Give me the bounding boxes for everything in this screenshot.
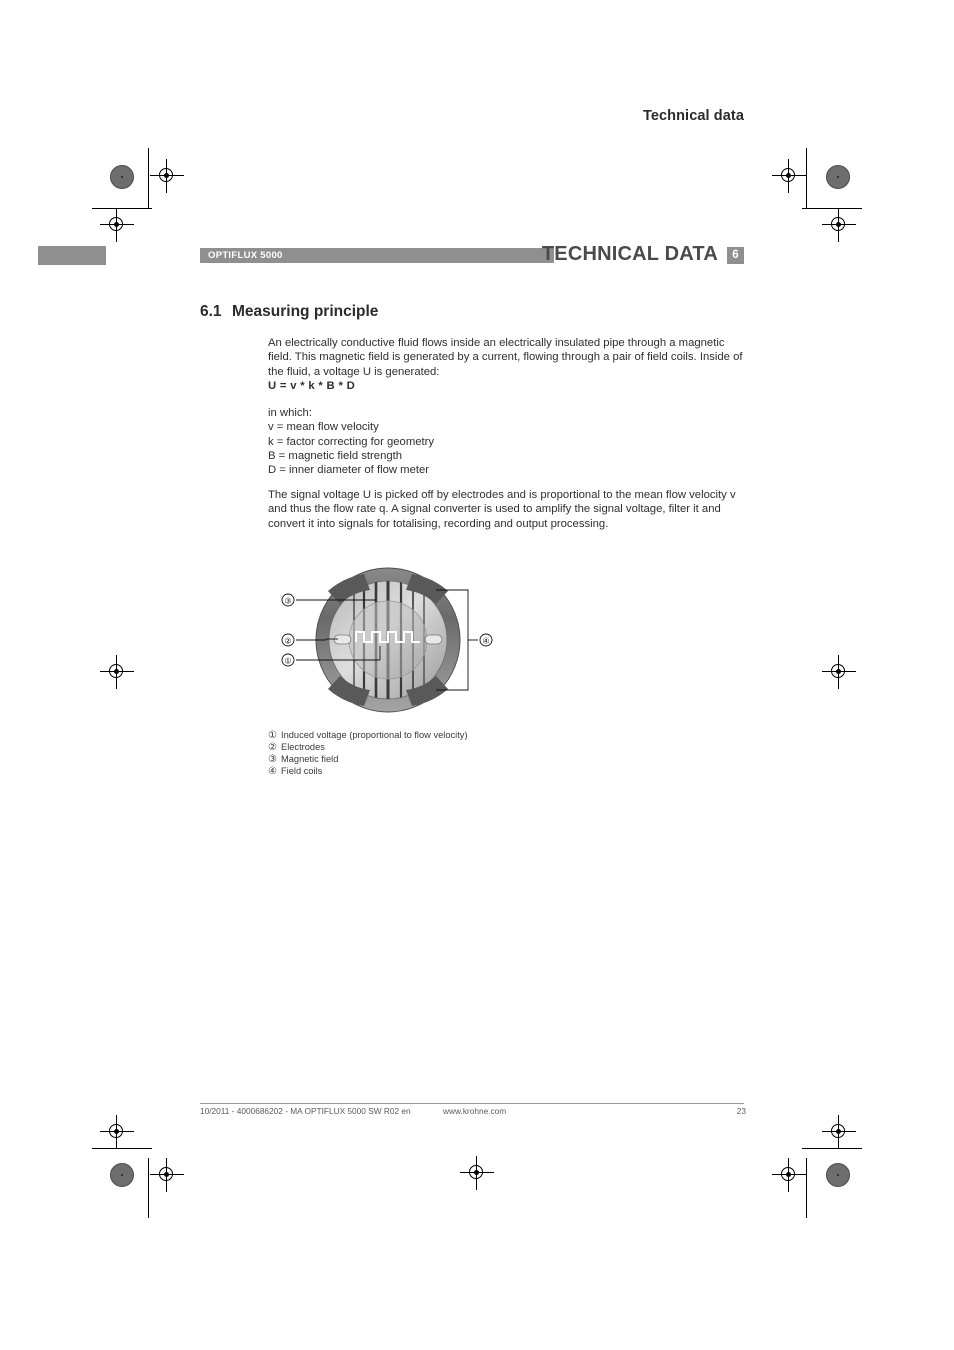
definitions-block: in which: v = mean flow velocity k = fac…	[268, 406, 750, 477]
intro-paragraph: An electrically conductive fluid flows i…	[268, 337, 743, 378]
legend-text-4: Field coils	[281, 765, 323, 776]
legend-text-1: Induced voltage (proportional to flow ve…	[281, 730, 468, 740]
definition-line: k = factor correcting for geometry	[268, 435, 435, 448]
electrode-left	[333, 634, 352, 645]
legend-item: ① Induced voltage (proportional to flow v…	[268, 730, 468, 742]
callout-3-label: ③	[284, 597, 291, 606]
closing-paragraph: The signal voltage U is picked off by el…	[268, 489, 736, 530]
chapter-band-left-swatch	[38, 246, 106, 265]
crop-line-top-left-vertical	[148, 148, 150, 208]
definition-line: D = inner diameter of flow meter	[268, 464, 430, 477]
registration-mark-bottom-right-lower	[772, 1158, 806, 1192]
running-head: Technical data	[642, 108, 744, 124]
section-number: 6.1	[200, 303, 222, 320]
legend-marker-4: ④	[268, 765, 277, 777]
intro-paragraph-block: An electrically conductive fluid flows i…	[268, 336, 750, 393]
registration-disc-top-left	[110, 165, 134, 189]
document-page: Technical data OPTIFLUX 5000 TECHNICAL D…	[0, 0, 954, 1350]
electrode-right	[424, 634, 443, 645]
registration-mark-middle-right	[822, 655, 856, 689]
registration-mark-middle-left	[100, 655, 134, 689]
definition-line: v = mean flow velocity	[268, 421, 379, 434]
definition-line: B = magnetic field strength	[268, 449, 403, 462]
registration-mark-top-left-lower	[100, 208, 134, 242]
footer-divider	[200, 1103, 744, 1104]
crop-line-bottom-right-vertical	[806, 1158, 808, 1218]
registration-mark-bottom-left-lower	[150, 1158, 184, 1192]
crop-line-top-right-vertical	[806, 148, 808, 208]
registration-disc-bottom-right	[826, 1163, 850, 1187]
registration-mark-bottom-center	[460, 1156, 494, 1190]
legend-marker-2: ②	[268, 741, 277, 753]
figure-legend: ① Induced voltage (proportional to flow v…	[268, 730, 468, 778]
legend-marker-3: ③	[268, 753, 277, 765]
chapter-title: TECHNICAL DATA	[541, 243, 718, 265]
callout-2-label: ②	[284, 637, 291, 646]
callout-4-label: ④	[482, 637, 489, 646]
registration-disc-bottom-left	[110, 1163, 134, 1187]
product-name-label: OPTIFLUX 5000	[208, 250, 283, 261]
registration-mark-top-right-upper	[772, 159, 806, 193]
formula-line: U = v * k * B * D	[268, 379, 356, 392]
flowmeter-cross-section-svg: ③ ② ① ④	[281, 567, 493, 713]
footer-document-id: 10/2011 - 4000686202 - MA OPTIFLUX 5000 …	[200, 1106, 411, 1116]
legend-item: ④ Field coils	[268, 766, 468, 778]
chapter-header-band: OPTIFLUX 5000 TECHNICAL DATA 6	[200, 243, 744, 265]
legend-marker-1: ①	[268, 730, 277, 741]
section-title: Measuring principle	[232, 303, 379, 320]
legend-item: ② Electrodes	[268, 742, 468, 754]
crop-line-bottom-left-vertical	[148, 1158, 150, 1218]
footer-page-number: 23	[736, 1106, 746, 1116]
legend-text-3: Magnetic field	[281, 753, 339, 764]
footer-website: www.krohne.com	[443, 1106, 507, 1116]
registration-mark-top-right-lower	[822, 208, 856, 242]
registration-disc-top-right	[826, 165, 850, 189]
callout-1-label: ①	[284, 657, 291, 666]
registration-mark-top-left-upper	[150, 159, 184, 193]
chapter-number-badge: 6	[727, 247, 744, 264]
section-heading: 6.1 Measuring principle	[200, 303, 378, 321]
registration-mark-bottom-right-upper	[822, 1115, 856, 1149]
legend-text-2: Electrodes	[281, 741, 325, 752]
registration-mark-bottom-left-upper	[100, 1115, 134, 1149]
in-which-label: in which:	[268, 407, 312, 419]
legend-item: ③ Magnetic field	[268, 754, 468, 766]
measuring-principle-diagram: ③ ② ① ④	[268, 560, 508, 720]
product-name-bar: OPTIFLUX 5000	[200, 248, 554, 263]
